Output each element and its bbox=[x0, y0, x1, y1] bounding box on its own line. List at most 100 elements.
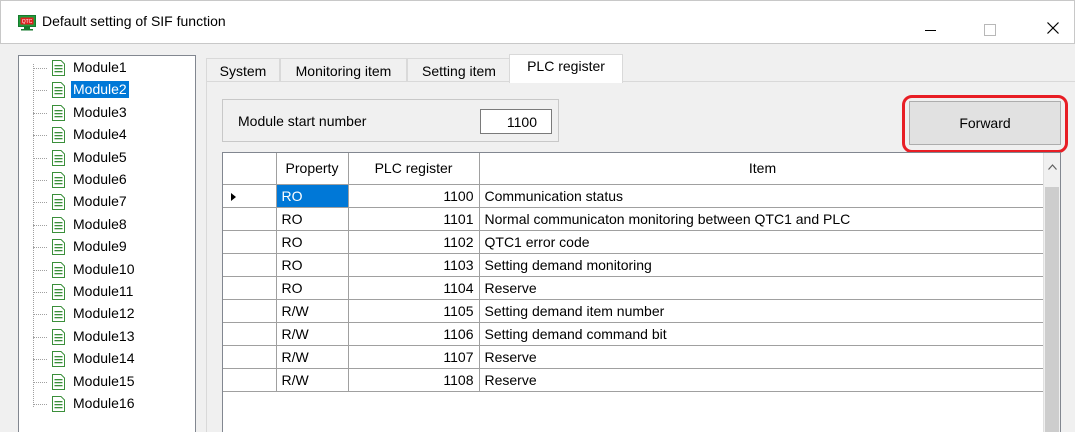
document-icon bbox=[52, 328, 65, 345]
tree-item-module13[interactable]: Module13 bbox=[19, 326, 189, 348]
module-start-group: Module start number bbox=[222, 99, 559, 142]
tree-item-label: Module16 bbox=[73, 395, 135, 411]
tree-item-module5[interactable]: Module5 bbox=[19, 147, 189, 169]
cell-property[interactable]: RO bbox=[275, 275, 349, 300]
maximize-button[interactable] bbox=[967, 9, 1013, 39]
row-header[interactable] bbox=[223, 298, 277, 323]
tree-connector bbox=[33, 68, 47, 69]
table-row[interactable]: RO 1102 QTC1 error code bbox=[223, 229, 1047, 254]
table-row[interactable]: R/W 1108 Reserve bbox=[223, 367, 1047, 392]
document-icon bbox=[52, 127, 65, 144]
module-tree[interactable]: Module1 Module2 Module3 Module4 Module5 Modul… bbox=[18, 55, 196, 432]
table-row[interactable]: RO 1100 Communication status bbox=[223, 183, 1047, 208]
row-header[interactable] bbox=[223, 183, 277, 208]
close-button[interactable] bbox=[1027, 9, 1073, 39]
cell-property[interactable]: RO bbox=[275, 252, 349, 277]
cell-plc-register[interactable]: 1101 bbox=[347, 206, 480, 231]
vertical-scrollbar[interactable] bbox=[1043, 153, 1060, 432]
row-header[interactable] bbox=[223, 367, 277, 392]
module-start-input[interactable] bbox=[480, 109, 552, 134]
chevron-up-icon bbox=[1048, 164, 1057, 170]
cell-property[interactable]: R/W bbox=[275, 344, 349, 369]
tree-item-module10[interactable]: Module10 bbox=[19, 259, 189, 281]
cell-item[interactable]: Communication status bbox=[478, 183, 1047, 208]
forward-button[interactable]: Forward bbox=[909, 101, 1061, 145]
cell-property[interactable]: R/W bbox=[275, 367, 349, 392]
table-row[interactable]: R/W 1107 Reserve bbox=[223, 344, 1047, 369]
cell-item[interactable]: Normal communicaton monitoring between Q… bbox=[478, 206, 1047, 231]
table-row[interactable]: RO 1103 Setting demand monitoring bbox=[223, 252, 1047, 277]
tree-item-module15[interactable]: Module15 bbox=[19, 371, 189, 393]
row-header[interactable] bbox=[223, 344, 277, 369]
tree-item-module7[interactable]: Module7 bbox=[19, 191, 189, 213]
tree-connector bbox=[33, 247, 47, 249]
table-row[interactable]: RO 1101 Normal communicaton monitoring bet… bbox=[223, 206, 1047, 231]
tab-system[interactable]: System bbox=[206, 58, 280, 82]
row-header[interactable] bbox=[223, 229, 277, 254]
tree-item-label: Module8 bbox=[73, 215, 127, 232]
tree-item-module3[interactable]: Module3 bbox=[19, 102, 189, 124]
tree-item-module2[interactable]: Module2 bbox=[19, 79, 189, 101]
cell-plc-register[interactable]: 1108 bbox=[347, 367, 480, 392]
cell-property[interactable]: RO bbox=[275, 229, 349, 254]
tree-connector bbox=[33, 292, 47, 293]
cell-plc-register[interactable]: 1107 bbox=[347, 344, 480, 369]
table-row[interactable]: R/W 1105 Setting demand item number bbox=[223, 298, 1047, 323]
cell-property[interactable]: RO bbox=[275, 206, 349, 231]
cell-item[interactable]: Setting demand monitoring bbox=[478, 252, 1047, 277]
document-icon bbox=[52, 60, 65, 76]
tree-connector bbox=[33, 202, 47, 204]
table-row[interactable]: RO 1104 Reserve bbox=[223, 275, 1047, 300]
tree-item-module6[interactable]: Module6 bbox=[19, 169, 189, 191]
document-icon bbox=[52, 306, 65, 323]
column-header-plc-register[interactable]: PLC register bbox=[347, 153, 480, 185]
column-header-item[interactable]: Item bbox=[478, 153, 1047, 185]
column-header-property[interactable]: Property bbox=[275, 153, 349, 185]
scroll-up-button[interactable] bbox=[1044, 153, 1060, 183]
cell-item[interactable]: QTC1 error code bbox=[478, 229, 1047, 254]
current-row-arrow-icon bbox=[231, 192, 236, 201]
tree-item-module12[interactable]: Module12 bbox=[19, 303, 189, 325]
document-icon bbox=[52, 194, 65, 211]
plc-register-grid[interactable]: Property PLC register Item RO 1100 Communi… bbox=[222, 152, 1061, 432]
tree-item-module16[interactable]: Module16 bbox=[19, 393, 189, 415]
cell-plc-register[interactable]: 1100 bbox=[347, 183, 480, 208]
tree-item-label: Module10 bbox=[73, 260, 135, 277]
cell-property[interactable]: RO bbox=[275, 183, 349, 208]
cell-item[interactable]: Reserve bbox=[478, 275, 1047, 300]
tab-monitoring-item[interactable]: Monitoring item bbox=[280, 58, 407, 82]
document-icon bbox=[52, 239, 65, 256]
tree-item-module8[interactable]: Module8 bbox=[19, 214, 189, 236]
cell-property[interactable]: R/W bbox=[275, 298, 349, 323]
tree-item-module11[interactable]: Module11 bbox=[19, 281, 189, 303]
tree-item-label: Module2 bbox=[71, 81, 129, 99]
tree-item-module14[interactable]: Module14 bbox=[19, 348, 189, 370]
cell-property[interactable]: R/W bbox=[275, 321, 349, 346]
cell-plc-register[interactable]: 1104 bbox=[347, 275, 480, 300]
cell-item[interactable]: Setting demand item number bbox=[478, 298, 1047, 323]
row-header[interactable] bbox=[223, 252, 277, 277]
tree-item-module4[interactable]: Module4 bbox=[19, 124, 189, 146]
cell-item[interactable]: Reserve bbox=[478, 367, 1047, 392]
cell-item[interactable]: Setting demand command bit bbox=[478, 321, 1047, 346]
table-row[interactable]: R/W 1106 Setting demand command bit bbox=[223, 321, 1047, 346]
cell-item[interactable]: Reserve bbox=[478, 344, 1047, 369]
tab-plc-register[interactable]: PLC register bbox=[509, 54, 623, 83]
row-header[interactable] bbox=[223, 321, 277, 346]
window-title: Default setting of SIF function bbox=[42, 13, 226, 29]
minimize-button[interactable] bbox=[913, 9, 959, 39]
cell-plc-register[interactable]: 1102 bbox=[347, 229, 480, 254]
cell-plc-register[interactable]: 1103 bbox=[347, 252, 480, 277]
cell-plc-register[interactable]: 1105 bbox=[347, 298, 480, 323]
cell-plc-register[interactable]: 1106 bbox=[347, 321, 480, 346]
scroll-thumb[interactable] bbox=[1045, 187, 1059, 432]
row-header[interactable] bbox=[223, 275, 277, 300]
tree-item-module1[interactable]: Module1 bbox=[19, 57, 189, 79]
row-header[interactable] bbox=[223, 206, 277, 231]
tree-item-module9[interactable]: Module9 bbox=[19, 236, 189, 258]
module-start-label: Module start number bbox=[238, 113, 367, 129]
tree-item-label: Module7 bbox=[73, 193, 127, 210]
document-icon bbox=[52, 351, 65, 368]
tree-connector bbox=[33, 359, 47, 361]
tab-setting-item[interactable]: Setting item bbox=[407, 58, 511, 82]
